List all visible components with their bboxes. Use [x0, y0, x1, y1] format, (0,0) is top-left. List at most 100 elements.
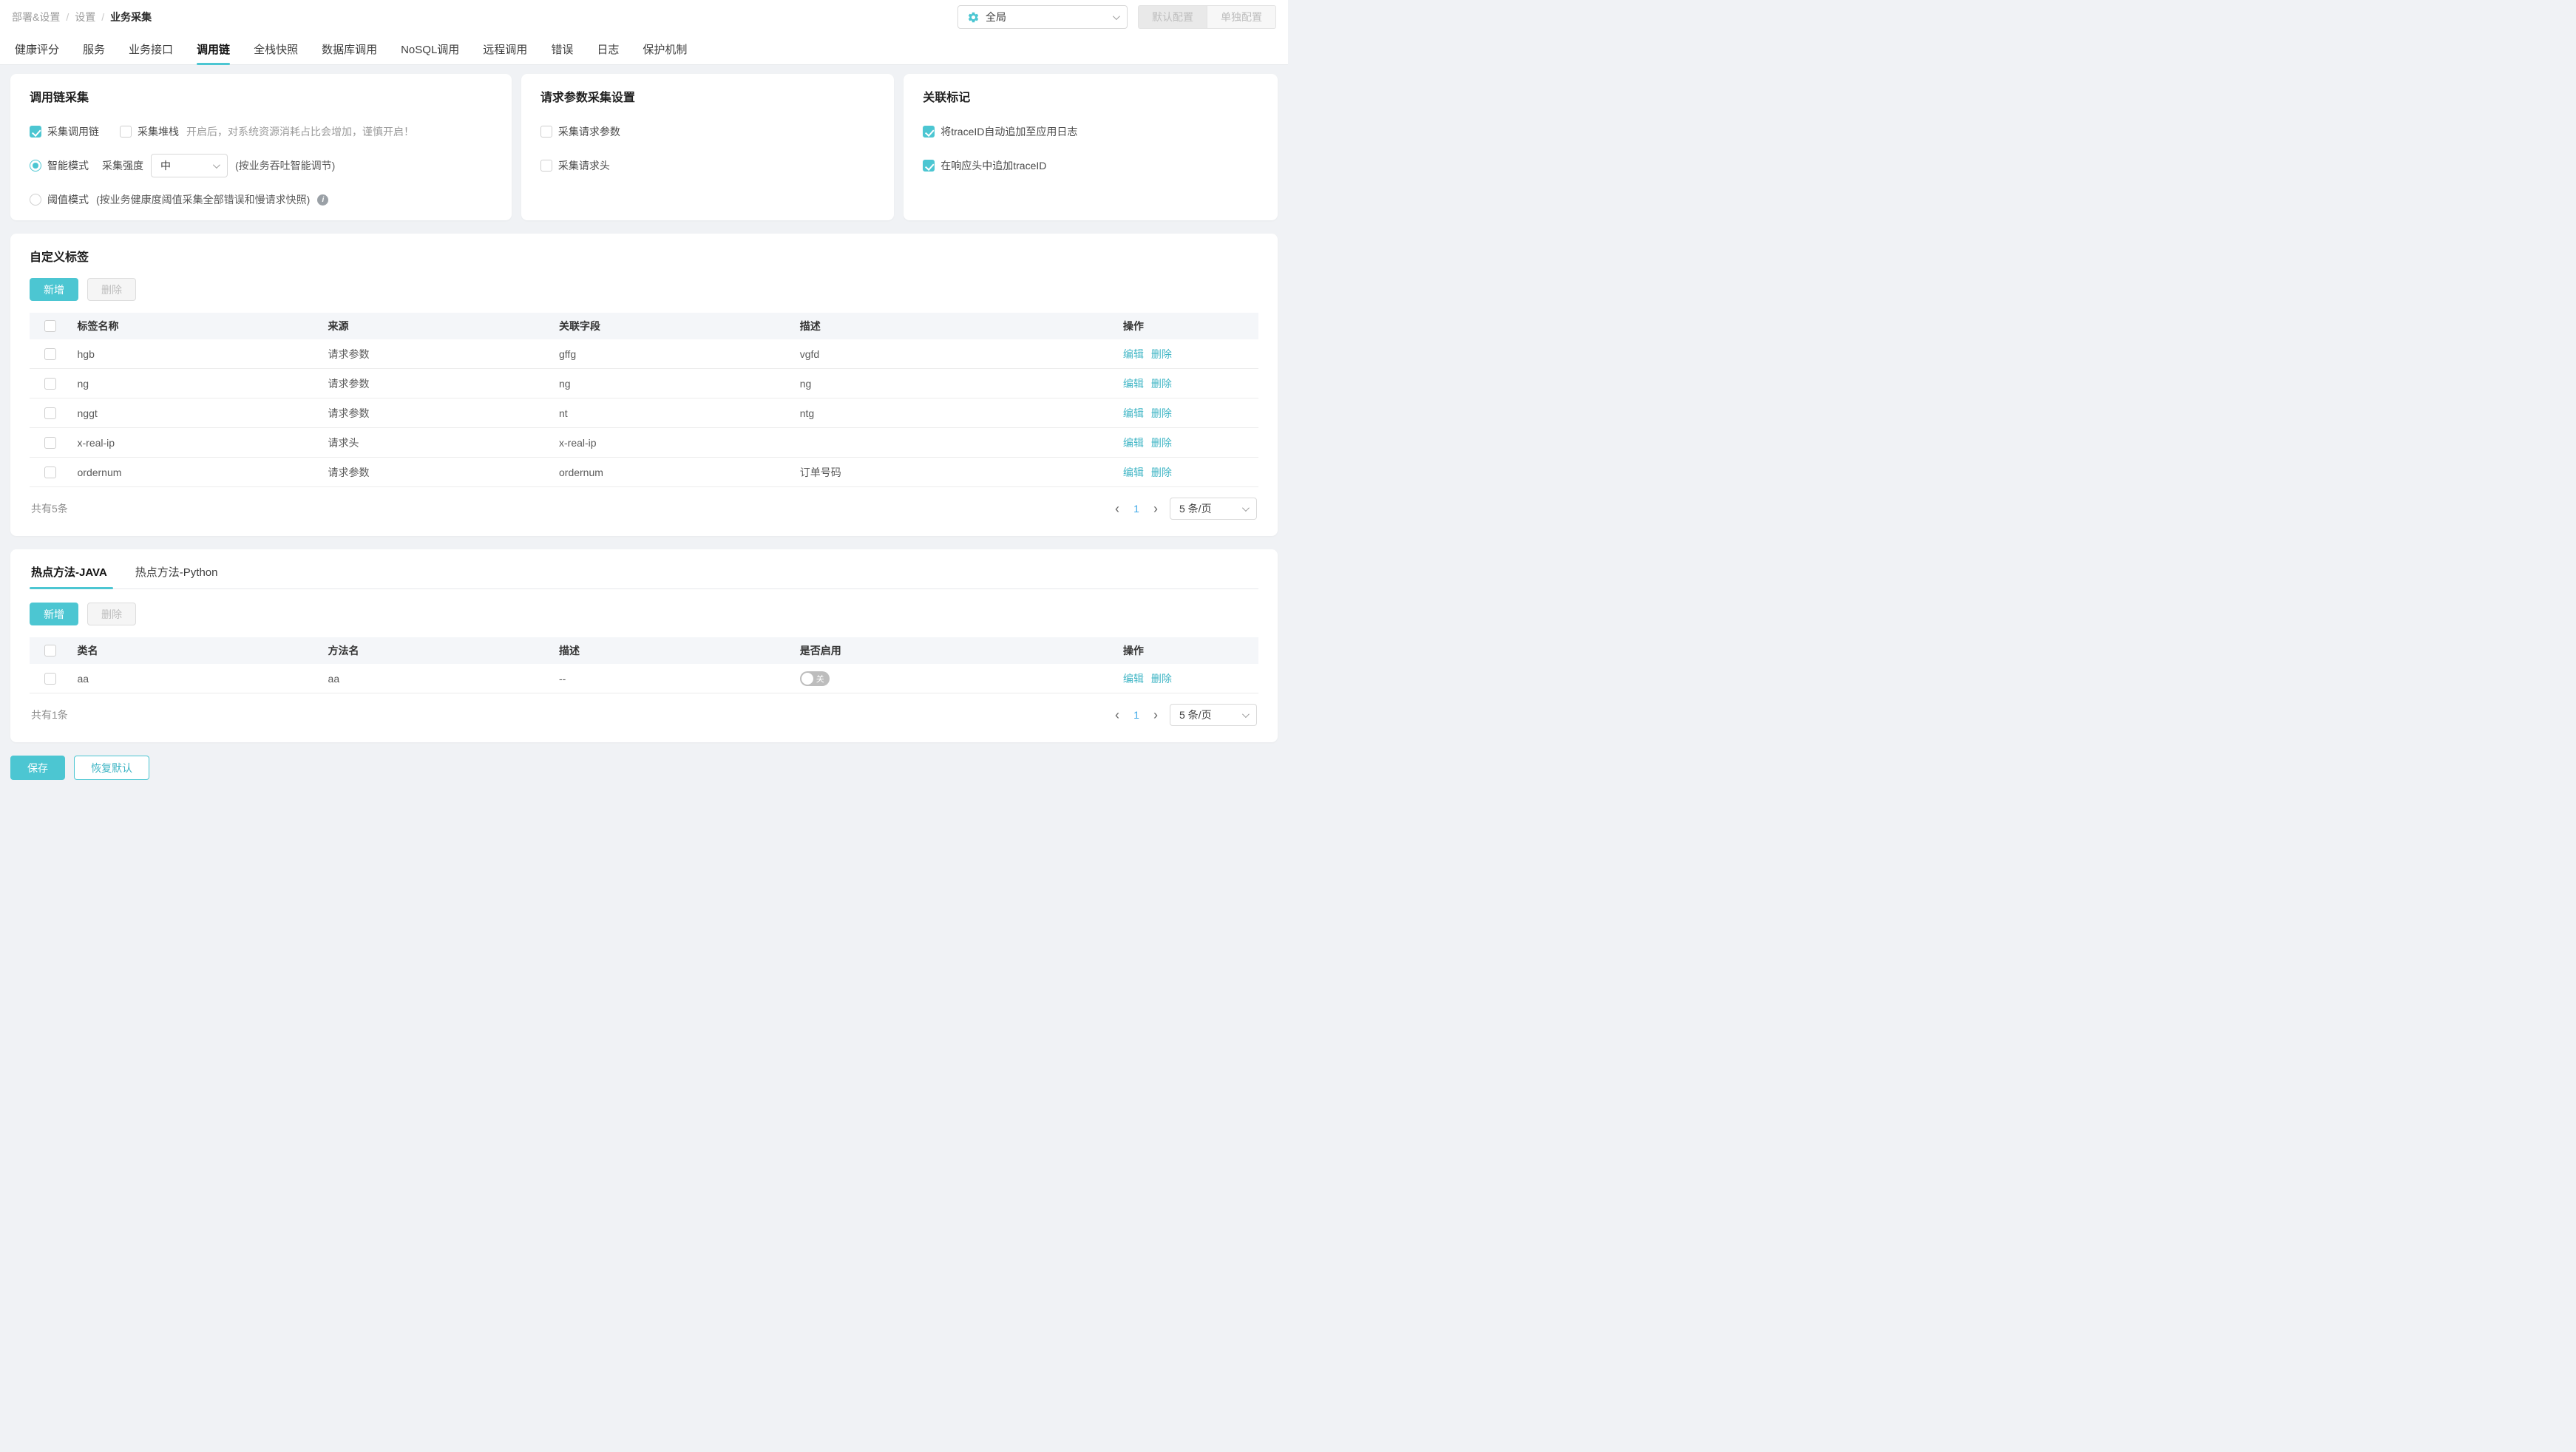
enabled-toggle[interactable]: 关	[799, 671, 830, 686]
tab-remote-calls[interactable]: 远程调用	[471, 34, 539, 64]
tab-health-score[interactable]: 健康评分	[3, 34, 71, 64]
prev-page-button[interactable]: ‹	[1114, 502, 1121, 515]
pagination: ‹ 1 › 5 条/页	[1114, 704, 1257, 726]
delete-tag-button[interactable]: 删除	[87, 278, 136, 301]
cell-name: x-real-ip	[77, 436, 115, 449]
cell-field: ng	[559, 377, 571, 390]
collect-headers-checkbox[interactable]: 采集请求头	[540, 158, 610, 173]
collect-params-row: 采集请求参数	[540, 124, 875, 139]
column-header-actions: 操作	[1122, 645, 1144, 657]
cell-source: 请求参数	[328, 466, 370, 478]
cell-desc: vgfd	[799, 347, 820, 360]
delete-link[interactable]: 删除	[1151, 407, 1172, 419]
threshold-mode-radio[interactable]: 阈值模式	[30, 192, 89, 207]
page-number[interactable]: 1	[1131, 503, 1142, 515]
delete-link[interactable]: 删除	[1151, 467, 1172, 478]
add-tag-button[interactable]: 新增	[30, 278, 78, 301]
edit-link[interactable]: 编辑	[1123, 348, 1144, 360]
delete-link[interactable]: 删除	[1151, 378, 1172, 390]
column-header-class: 类名	[77, 645, 98, 657]
row-checkbox[interactable]	[44, 672, 57, 685]
smart-mode-radio[interactable]: 智能模式	[30, 158, 89, 173]
tab-full-snapshot[interactable]: 全栈快照	[242, 34, 310, 64]
checkbox-checked-icon	[923, 160, 935, 172]
column-header-field: 关联字段	[559, 320, 600, 332]
edit-link[interactable]: 编辑	[1123, 437, 1144, 449]
page: 部署&设置 / 设置 / 业务采集 全局 默认配置 单独配置 健康评分 服务 业…	[0, 0, 1288, 790]
info-icon[interactable]: i	[317, 194, 329, 206]
default-config-button[interactable]: 默认配置	[1138, 5, 1207, 29]
tab-protection[interactable]: 保护机制	[631, 34, 699, 64]
threshold-mode-label: 阈值模式	[47, 194, 89, 206]
traceid-log-label: 将traceID自动追加至应用日志	[940, 126, 1078, 138]
tab-label: 全栈快照	[254, 44, 299, 56]
delete-link[interactable]: 删除	[1151, 437, 1172, 449]
traceid-header-checkbox[interactable]: 在响应头中追加traceID	[923, 158, 1046, 173]
correlation-card: 关联标记 将traceID自动追加至应用日志 在响应头中追加traceID	[904, 74, 1278, 220]
row-checkbox[interactable]	[44, 347, 57, 360]
tab-db-calls[interactable]: 数据库调用	[310, 34, 389, 64]
custom-tags-table: 标签名称 来源 关联字段 描述 操作 hgb 请求参数 gffg vgfd 编辑…	[30, 313, 1258, 487]
save-button[interactable]: 保存	[10, 756, 65, 780]
collect-trace-checkbox[interactable]: 采集调用链	[30, 124, 99, 139]
tab-nosql-calls[interactable]: NoSQL调用	[389, 34, 471, 64]
row-checkbox[interactable]	[44, 466, 57, 478]
breadcrumb-separator: /	[66, 11, 70, 23]
next-page-button[interactable]: ›	[1152, 502, 1159, 515]
row-checkbox[interactable]	[44, 407, 57, 419]
column-header-method: 方法名	[328, 645, 359, 657]
select-all-checkbox[interactable]	[44, 320, 57, 332]
delete-link[interactable]: 删除	[1151, 673, 1172, 685]
delete-link[interactable]: 删除	[1151, 348, 1172, 360]
page-size-select[interactable]: 5 条/页	[1170, 704, 1257, 726]
hot-methods-toolbar: 新增 删除	[30, 603, 1258, 625]
tab-logs[interactable]: 日志	[585, 34, 631, 64]
reset-default-button[interactable]: 恢复默认	[74, 756, 149, 780]
strength-label: 采集强度	[102, 160, 143, 172]
separate-config-button[interactable]: 单独配置	[1207, 5, 1276, 29]
breadcrumb: 部署&设置 / 设置 / 业务采集	[12, 10, 152, 24]
page-size-select[interactable]: 5 条/页	[1170, 498, 1257, 520]
cell-name: hgb	[77, 347, 95, 360]
table-row: ng 请求参数 ng ng 编辑 删除	[30, 369, 1258, 398]
tab-hot-methods-java[interactable]: 热点方法-JAVA	[30, 563, 113, 589]
tab-services[interactable]: 服务	[71, 34, 117, 64]
page-size-value: 5 条/页	[1179, 503, 1212, 515]
traceid-log-row: 将traceID自动追加至应用日志	[923, 124, 1258, 139]
tab-hot-methods-python[interactable]: 热点方法-Python	[134, 563, 220, 588]
checkbox-unchecked-icon	[540, 160, 552, 172]
page-number[interactable]: 1	[1131, 709, 1142, 721]
edit-link[interactable]: 编辑	[1123, 407, 1144, 419]
breadcrumb-item-deploy-settings[interactable]: 部署&设置	[12, 10, 60, 24]
traceid-header-label: 在响应头中追加traceID	[940, 160, 1047, 172]
toggle-state-label: 关	[816, 674, 824, 684]
tab-label: 服务	[83, 44, 106, 56]
strength-select[interactable]: 中	[151, 154, 228, 177]
prev-page-button[interactable]: ‹	[1114, 708, 1121, 722]
breadcrumb-separator: /	[101, 11, 105, 23]
edit-link[interactable]: 编辑	[1123, 378, 1144, 390]
tab-business-api[interactable]: 业务接口	[117, 34, 185, 64]
cell-source: 请求头	[328, 436, 359, 449]
edit-link[interactable]: 编辑	[1123, 673, 1144, 685]
edit-link[interactable]: 编辑	[1123, 467, 1144, 478]
cell-desc: 订单号码	[799, 466, 841, 478]
breadcrumb-item-settings[interactable]: 设置	[75, 10, 95, 24]
next-page-button[interactable]: ›	[1152, 708, 1159, 722]
row-checkbox[interactable]	[44, 377, 57, 390]
tab-errors[interactable]: 错误	[539, 34, 585, 64]
chevron-down-icon	[1112, 12, 1120, 20]
collect-stack-checkbox[interactable]: 采集堆栈	[120, 124, 179, 139]
tab-trace[interactable]: 调用链	[185, 34, 242, 65]
row-checkbox[interactable]	[44, 436, 57, 449]
tab-label: 远程调用	[483, 44, 528, 56]
add-method-button[interactable]: 新增	[30, 603, 78, 625]
scope-select[interactable]: 全局	[957, 5, 1128, 29]
traceid-log-checkbox[interactable]: 将traceID自动追加至应用日志	[923, 124, 1077, 139]
gear-icon	[968, 12, 979, 22]
collect-params-checkbox[interactable]: 采集请求参数	[540, 124, 620, 139]
delete-method-button[interactable]: 删除	[87, 603, 136, 625]
cell-field: x-real-ip	[559, 436, 597, 449]
select-all-checkbox[interactable]	[44, 645, 57, 657]
tab-label: 保护机制	[643, 44, 688, 56]
